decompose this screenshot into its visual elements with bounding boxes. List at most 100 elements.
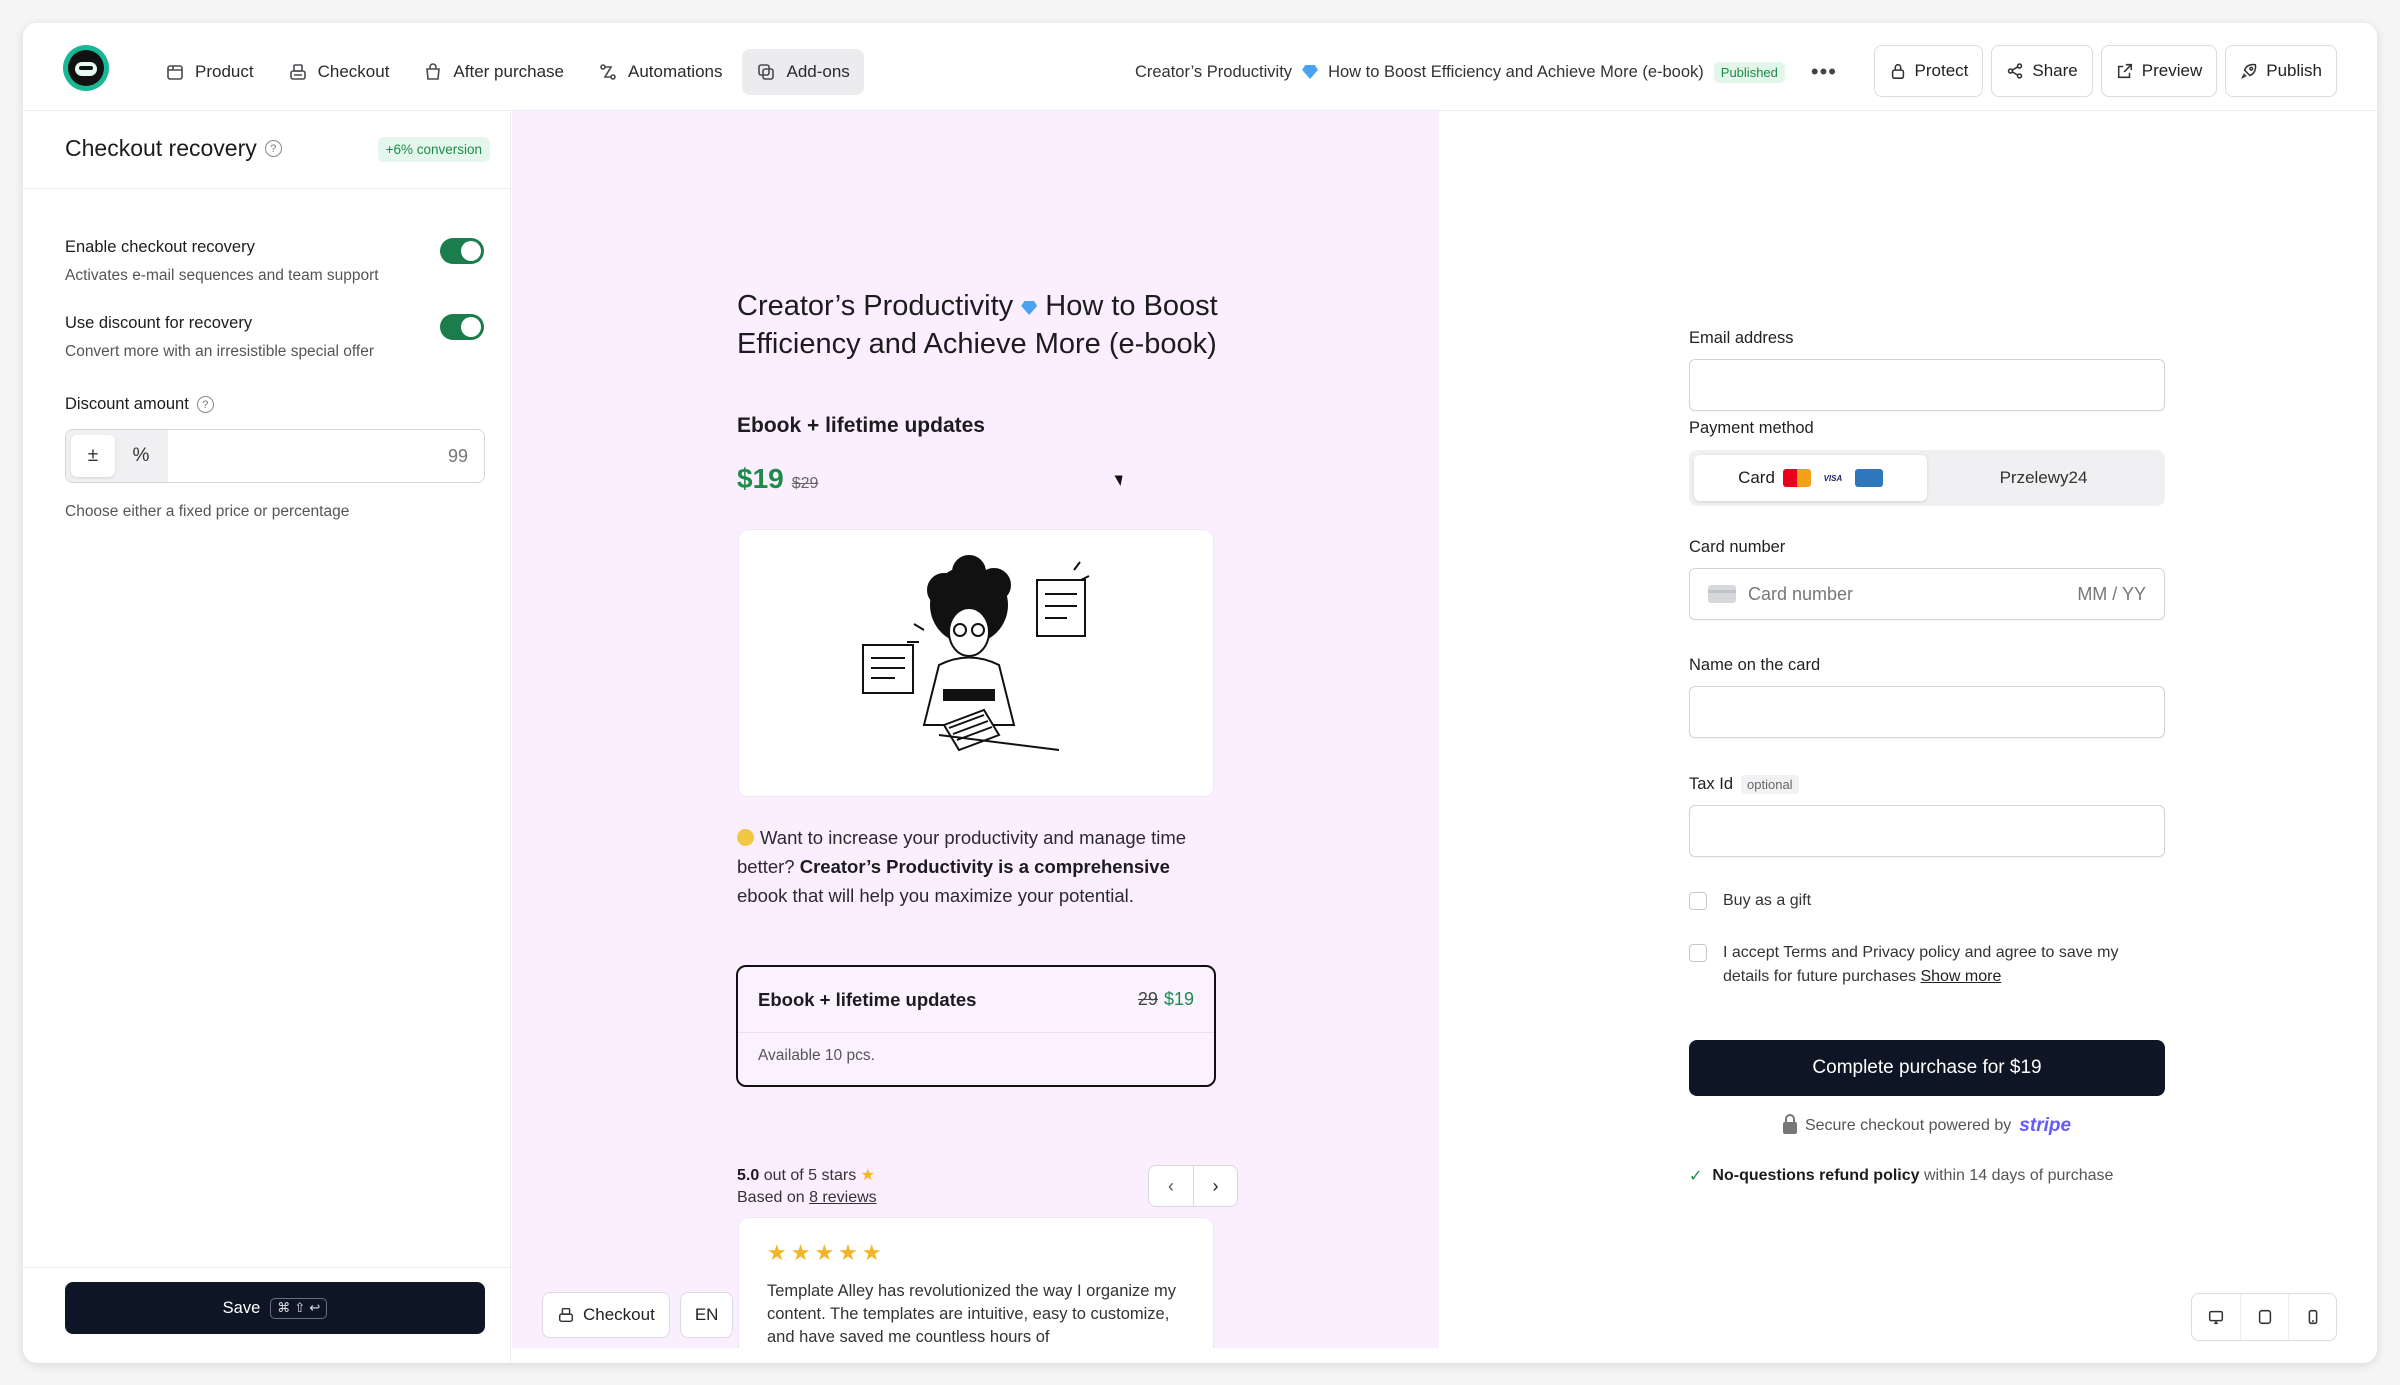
reader-illustration-icon — [862, 555, 1090, 752]
save-shortcut: ⌘ ⇧ ↩ — [270, 1297, 328, 1319]
terms-row: I accept Terms and Privacy policy and ag… — [1689, 941, 2165, 989]
publish-button[interactable]: Publish — [2225, 45, 2337, 97]
pay-card-option[interactable]: Card VISA — [1694, 455, 1927, 501]
payment-method-label: Payment method — [1689, 419, 1814, 437]
discount-recovery-toggle[interactable] — [440, 314, 484, 340]
credit-card-icon — [1708, 585, 1736, 603]
register-icon — [289, 64, 306, 80]
optional-badge: optional — [1741, 775, 1799, 794]
enable-recovery-label: Enable checkout recovery — [65, 238, 255, 256]
card-number-placeholder: Card number — [1748, 583, 1854, 604]
refund-policy: ✓ No-questions refund policy within 14 d… — [1689, 1166, 2113, 1186]
variant-new-price: $19 — [1163, 989, 1194, 1009]
mobile-view-button[interactable] — [2288, 1294, 2336, 1340]
checkout-form-preview: Email address Payment method Card VISA P… — [1439, 111, 2377, 1363]
help-icon[interactable]: ? — [264, 140, 282, 157]
reviews-link[interactable]: 8 reviews — [809, 1189, 877, 1206]
nav-checkout[interactable]: Checkout — [274, 49, 404, 95]
protect-label: Protect — [1914, 61, 1969, 80]
discount-amount-input[interactable]: 99 — [168, 446, 484, 467]
save-bar: Save ⌘ ⇧ ↩ — [23, 1267, 510, 1363]
price-old: $29 — [791, 475, 819, 492]
share-button[interactable]: Share — [1991, 45, 2093, 97]
nav-product[interactable]: Product — [151, 49, 268, 95]
nav-add-ons[interactable]: Add-ons — [742, 49, 864, 95]
preview-button[interactable]: Preview — [2100, 45, 2218, 97]
card-number-field[interactable]: Card number MM / YY — [1689, 568, 2165, 620]
preview-floating-bar: Checkout EN — [542, 1292, 734, 1338]
tax-id-text: Tax Id — [1689, 775, 1734, 793]
enable-recovery-setting: Enable checkout recovery Activates e-mai… — [65, 238, 495, 285]
rocket-icon — [2241, 63, 2257, 80]
review-stars: ★★★★★ — [767, 1240, 886, 1265]
tablet-view-button[interactable] — [2240, 1294, 2288, 1340]
nav-after-purchase-label: After purchase — [453, 62, 564, 81]
language-button[interactable]: EN — [679, 1292, 734, 1338]
pitch-b: Creator’s Productivity is a comprehensiv… — [799, 856, 1170, 877]
variant-stock: Available 10 pcs. — [758, 1047, 875, 1064]
bag-icon — [426, 63, 441, 80]
desktop-view-button[interactable] — [2192, 1294, 2240, 1340]
thinking-emoji-icon — [737, 829, 754, 846]
product-illustration — [738, 529, 1214, 797]
nav-product-label: Product — [195, 62, 254, 81]
protect-button[interactable]: Protect — [1873, 45, 1984, 97]
settings-panel: Checkout recovery ? +6% conversion Enabl… — [23, 111, 511, 1363]
panel-header: Checkout recovery ? +6% conversion — [23, 111, 510, 189]
review-text: Template Alley has revolutionized the wa… — [767, 1282, 1177, 1346]
fixed-amount-option[interactable]: ± — [71, 435, 115, 477]
rating-text: out of 5 stars — [763, 1167, 857, 1184]
more-options-icon[interactable]: ••• — [1811, 59, 1837, 85]
rating-score: 5.0 — [737, 1167, 760, 1184]
variant-header: Ebook + lifetime updates 29 $19 — [738, 967, 1214, 1033]
terms-checkbox[interactable] — [1689, 944, 1707, 962]
checkout-view-button[interactable]: Checkout — [542, 1292, 670, 1338]
lock-icon — [1891, 64, 1904, 79]
name-on-card-field[interactable] — [1689, 686, 2165, 738]
gem-icon — [1021, 301, 1038, 315]
payment-method-switch: Card VISA Przelewy24 — [1689, 450, 2165, 506]
enable-recovery-toggle[interactable] — [440, 238, 484, 264]
gift-checkbox[interactable] — [1689, 892, 1707, 910]
product-subtitle: Ebook + lifetime updates — [737, 414, 985, 437]
tax-id-field[interactable] — [1689, 805, 2165, 857]
email-field[interactable] — [1689, 359, 2165, 411]
card-number-row: Card number MM / YY — [1690, 569, 2164, 619]
show-more-link[interactable]: Show more — [1920, 968, 2001, 985]
nav-after-purchase[interactable]: After purchase — [409, 49, 578, 95]
enable-recovery-desc: Activates e-mail sequences and team supp… — [65, 267, 379, 284]
product-title-a: Creator’s Productivity — [737, 290, 1014, 322]
tablet-icon — [2258, 1309, 2271, 1325]
addons-icon — [758, 64, 775, 80]
next-review-button[interactable]: › — [1193, 1166, 1237, 1206]
refund-bold: No-questions refund policy — [1712, 1167, 1920, 1184]
desktop-icon — [2208, 1310, 2224, 1325]
pitch-c: ebook that will help you maximize your p… — [737, 885, 1134, 906]
product-price: $19 $29 — [737, 463, 818, 495]
header-title-b: How to Boost Efficiency and Achieve More… — [1328, 62, 1704, 81]
help-icon[interactable]: ? — [196, 396, 214, 413]
save-label: Save — [222, 1298, 261, 1317]
discount-help-text: Choose either a fixed price or percentag… — [65, 503, 350, 520]
variant-option[interactable]: Ebook + lifetime updates 29 $19 Available… — [736, 965, 1216, 1087]
logo[interactable] — [63, 45, 109, 91]
discount-amount-field: ± % 99 — [65, 429, 485, 483]
external-link-icon — [2117, 63, 2132, 79]
discount-amount-label: Discount amount ? — [65, 395, 214, 414]
discount-recovery-label: Use discount for recovery — [65, 314, 253, 332]
prev-review-button[interactable]: ‹ — [1149, 1166, 1193, 1206]
pay-card-label: Card — [1738, 468, 1775, 487]
pay-p24-option[interactable]: Przelewy24 — [1927, 455, 2160, 501]
lock-icon — [1782, 1114, 1797, 1134]
complete-purchase-button[interactable]: Complete purchase for $19 — [1689, 1040, 2165, 1096]
checkout-view-label: Checkout — [583, 1305, 655, 1324]
name-on-card-label: Name on the card — [1689, 656, 1821, 674]
save-button[interactable]: Save ⌘ ⇧ ↩ — [65, 1282, 485, 1334]
mouse-cursor-icon — [1114, 472, 1127, 486]
panel-title-text: Checkout recovery — [65, 135, 257, 161]
card-expiry-placeholder[interactable]: MM / YY — [2077, 584, 2146, 605]
nav-automations[interactable]: Automations — [584, 49, 737, 95]
percent-option[interactable]: % — [119, 435, 163, 477]
product-description: Want to increase your productivity and m… — [737, 823, 1207, 910]
check-icon: ✓ — [1689, 1168, 1703, 1185]
